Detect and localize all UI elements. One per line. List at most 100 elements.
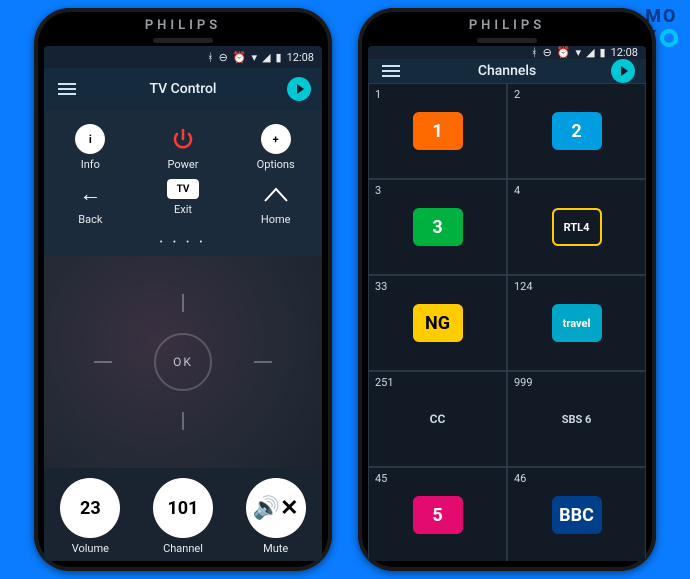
info-label: Info [81,158,100,171]
phone-right: PHILIPS ᚼ ⊖ ⏰ ▾ ◢ ▮ 12:08 Channels 11223… [358,8,656,571]
alarm-icon: ⏰ [557,46,571,59]
phone-brand: PHILIPS [358,18,656,33]
bluetooth-icon: ᚼ [531,46,538,59]
app-bar: Channels [368,59,646,83]
hamburger-icon [58,88,76,90]
screen-title: Channels [404,63,610,79]
channel-number: 1 [375,88,381,101]
info-icon: i [75,124,105,154]
play-icon [287,77,311,101]
dpad[interactable]: OK [44,256,322,468]
clock: 12:08 [611,46,638,59]
options-label: Options [257,158,295,171]
channel-cell[interactable]: 124 travel [507,275,646,371]
dpad-right[interactable] [254,361,272,363]
clock: 12:08 [287,51,314,64]
play-button[interactable] [286,77,312,101]
channel-button[interactable]: 101 Channel [137,478,230,555]
screen-tv-control: ᚼ ⊖ ⏰ ▾ ◢ ▮ 12:08 TV Control i Info [44,46,322,561]
exit-label: Exit [174,203,192,216]
channel-value: 101 [153,478,213,538]
channel-cell[interactable]: 11 [368,83,507,179]
mute-button[interactable]: 🔊✕ Mute [229,478,322,555]
channel-number: 999 [514,376,533,389]
channel-label: Channel [163,542,203,555]
volume-button[interactable]: 23 Volume [44,478,137,555]
bluetooth-icon: ᚼ [207,51,214,64]
phone-brand: PHILIPS [34,18,332,33]
channel-logo: BBC [552,496,602,534]
channel-logo: NG [413,304,463,342]
channel-number: 33 [375,280,387,293]
tv-icon: TV [167,179,199,199]
channel-number: 4 [514,184,520,197]
signal-icon: ◢ [262,51,270,64]
channel-number: 251 [375,376,394,389]
channel-logo: 5 [413,496,463,534]
page-indicator: • • • • [44,236,322,256]
dnd-icon: ⊖ [543,46,552,59]
dpad-up[interactable] [182,294,184,312]
home-icon [261,179,291,209]
channel-number: 124 [514,280,533,293]
screen-title: TV Control [80,81,286,97]
channel-cell[interactable]: 33 [368,179,507,275]
channel-cell[interactable]: 22 [507,83,646,179]
plus-icon: + [261,124,291,154]
arrow-left-icon: ← [75,179,105,209]
dpad-down[interactable] [182,412,184,430]
wifi-icon: ▾ [252,51,258,64]
alarm-icon: ⏰ [233,51,247,64]
power-button[interactable]: Power [137,120,230,175]
info-button[interactable]: i Info [44,120,137,175]
app-bar: TV Control [44,68,322,110]
menu-button[interactable] [378,70,404,72]
channel-number: 3 [375,184,381,197]
channel-cell[interactable]: 4 RTL4 [507,179,646,275]
dpad-ok[interactable]: OK [154,333,212,391]
mute-label: Mute [263,542,288,555]
phone-speaker [153,38,213,43]
wifi-icon: ▾ [576,46,582,59]
channel-logo: travel [552,304,602,342]
watermark-o-icon [660,29,678,47]
back-label: Back [78,213,102,226]
play-icon [611,59,635,83]
battery-icon: ▮ [600,46,606,59]
back-button[interactable]: ← Back [44,175,137,230]
channel-cell[interactable]: 251 CC [368,371,507,467]
channel-logo: 1 [413,112,463,150]
bottom-bar: 23 Volume 101 Channel 🔊✕ Mute [44,468,322,561]
volume-value: 23 [60,478,120,538]
volume-label: Volume [72,542,109,555]
channel-number: 46 [514,472,526,485]
exit-button[interactable]: TV Exit [137,175,230,230]
channel-cell[interactable]: 999 SBS 6 [507,371,646,467]
hamburger-icon [382,70,400,72]
phone-left: PHILIPS ᚼ ⊖ ⏰ ▾ ◢ ▮ 12:08 TV Control i I… [34,8,332,571]
phone-speaker [477,38,537,43]
channel-number: 2 [514,88,520,101]
power-label: Power [168,158,199,171]
channel-logo: 3 [413,208,463,246]
channel-cell[interactable]: 455 [368,467,507,561]
status-bar: ᚼ ⊖ ⏰ ▾ ◢ ▮ 12:08 [368,46,646,59]
screen-channels: ᚼ ⊖ ⏰ ▾ ◢ ▮ 12:08 Channels 1122334RTL433… [368,46,646,561]
dpad-left[interactable] [94,361,112,363]
menu-button[interactable] [54,88,80,90]
battery-icon: ▮ [276,51,282,64]
channel-logo: SBS 6 [552,400,602,438]
status-bar: ᚼ ⊖ ⏰ ▾ ◢ ▮ 12:08 [44,46,322,68]
channel-logo: RTL4 [552,208,602,246]
channel-cell[interactable]: 33 NG [368,275,507,371]
channel-grid: 1122334RTL433NG124travel251CC999SBS 6455… [368,83,646,561]
channel-logo: CC [413,400,463,438]
home-button[interactable]: Home [229,175,322,230]
mute-icon: 🔊✕ [246,478,306,538]
action-grid: i Info Power + Options ← Back [44,110,322,236]
channel-cell[interactable]: 46 BBC [507,467,646,561]
home-label: Home [261,213,291,226]
options-button[interactable]: + Options [229,120,322,175]
signal-icon: ◢ [586,46,594,59]
play-button[interactable] [610,59,636,83]
